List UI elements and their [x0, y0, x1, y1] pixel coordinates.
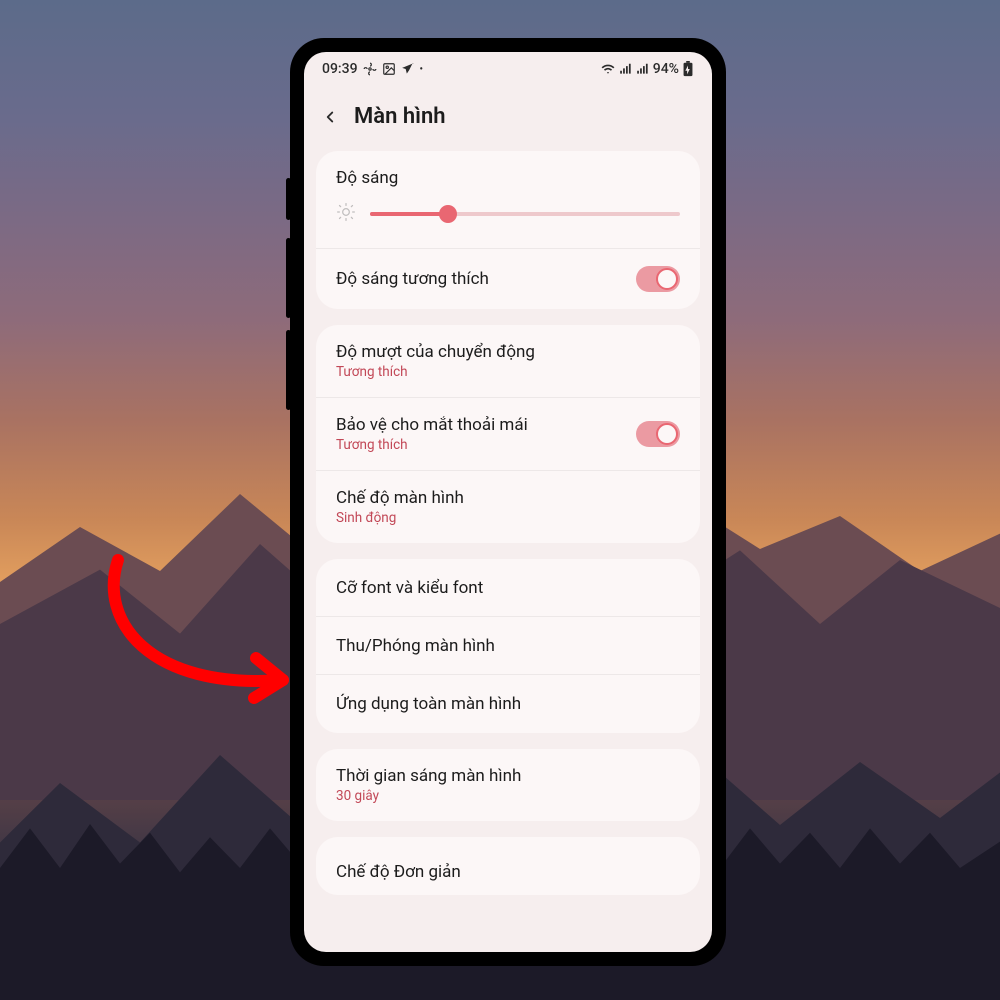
eye-comfort-toggle[interactable]	[636, 421, 680, 447]
motion-smoothness-sub: Tương thích	[336, 364, 535, 380]
eye-comfort-row[interactable]: Bảo vệ cho mắt thoải mái Tương thích	[316, 398, 700, 471]
font-size-label: Cỡ font và kiểu font	[336, 578, 483, 598]
fullscreen-apps-label: Ứng dụng toàn màn hình	[336, 694, 521, 714]
back-button[interactable]	[320, 107, 340, 127]
adaptive-brightness-row[interactable]: Độ sáng tương thích	[316, 249, 700, 309]
wallpaper-background: 09:39 •	[0, 0, 1000, 1000]
simple-mode-label: Chế độ Đơn giản	[336, 862, 461, 882]
signal-icon	[619, 62, 633, 76]
screen-zoom-label: Thu/Phóng màn hình	[336, 636, 495, 656]
signal-icon	[636, 62, 650, 76]
simple-mode-row[interactable]: Chế độ Đơn giản	[316, 837, 700, 895]
motion-smoothness-label: Độ mượt của chuyển động	[336, 342, 535, 362]
battery-icon	[682, 61, 694, 77]
motion-smoothness-row[interactable]: Độ mượt của chuyển động Tương thích	[316, 325, 700, 398]
page-header: Màn hình	[304, 86, 712, 151]
screen-timeout-label: Thời gian sáng màn hình	[336, 766, 521, 786]
fullscreen-apps-row[interactable]: Ứng dụng toàn màn hình	[316, 675, 700, 733]
font-size-row[interactable]: Cỡ font và kiểu font	[316, 559, 700, 617]
slider-fill	[370, 212, 448, 216]
status-left: 09:39 •	[322, 61, 423, 77]
page-title: Màn hình	[354, 104, 446, 129]
wifi-icon	[600, 62, 616, 76]
phone-screen: 09:39 •	[304, 52, 712, 952]
timeout-card: Thời gian sáng màn hình 30 giây	[316, 749, 700, 821]
phone-side-button	[286, 178, 291, 220]
screen-mode-label: Chế độ màn hình	[336, 488, 464, 508]
brightness-card: Độ sáng Độ s	[316, 151, 700, 309]
screen-timeout-sub: 30 giây	[336, 788, 521, 804]
status-time: 09:39	[322, 61, 358, 77]
eye-comfort-sub: Tương thích	[336, 437, 528, 453]
screen-zoom-row[interactable]: Thu/Phóng màn hình	[316, 617, 700, 675]
adaptive-brightness-toggle[interactable]	[636, 266, 680, 292]
fan-icon	[363, 62, 377, 76]
phone-side-button	[286, 330, 291, 410]
telegram-icon	[401, 62, 415, 76]
eye-comfort-label: Bảo vệ cho mắt thoải mái	[336, 415, 528, 435]
screen-mode-row[interactable]: Chế độ màn hình Sinh động	[316, 471, 700, 543]
brightness-slider[interactable]	[370, 205, 680, 223]
brightness-row[interactable]: Độ sáng	[316, 151, 700, 249]
image-icon	[382, 62, 396, 76]
brightness-label: Độ sáng	[336, 168, 680, 188]
phone-frame: 09:39 •	[290, 38, 726, 966]
slider-thumb[interactable]	[439, 205, 457, 223]
simple-mode-card: Chế độ Đơn giản	[316, 837, 700, 895]
settings-content[interactable]: Độ sáng Độ s	[304, 151, 712, 952]
brightness-sun-icon	[336, 202, 356, 226]
font-card: Cỡ font và kiểu font Thu/Phóng màn hình …	[316, 559, 700, 733]
brightness-slider-wrap	[336, 202, 680, 226]
screen-timeout-row[interactable]: Thời gian sáng màn hình 30 giây	[316, 749, 700, 821]
dot-icon: •	[420, 64, 424, 75]
phone-side-button	[286, 238, 291, 318]
adaptive-brightness-label: Độ sáng tương thích	[336, 269, 489, 289]
battery-percent: 94%	[653, 61, 679, 77]
screen-mode-sub: Sinh động	[336, 510, 464, 526]
motion-card: Độ mượt của chuyển động Tương thích Bảo …	[316, 325, 700, 543]
status-right: 94%	[600, 61, 694, 77]
status-bar: 09:39 •	[304, 52, 712, 86]
